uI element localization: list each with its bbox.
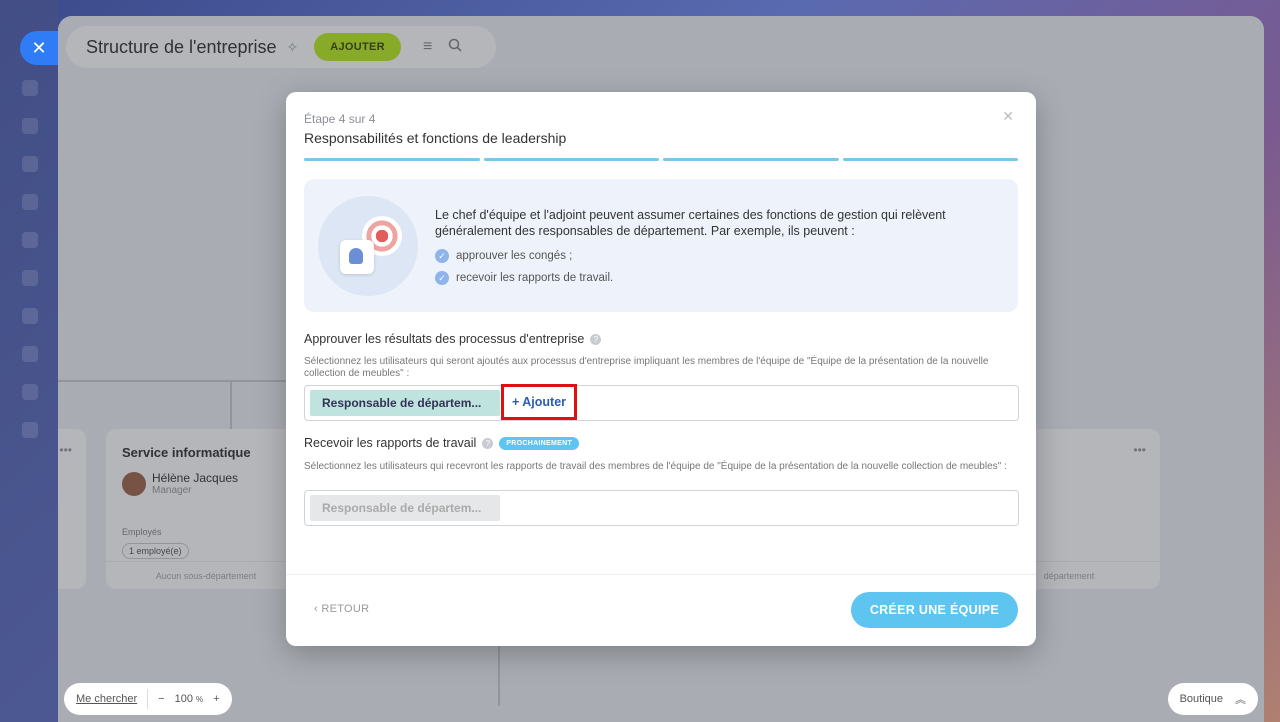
zoom-level: 100 %	[174, 693, 204, 705]
user-chip[interactable]: Responsable de départem...	[310, 390, 500, 416]
reports-section-title: Recevoir les rapports de travail ? PROCH…	[304, 436, 580, 450]
check-icon: ✓	[435, 249, 449, 263]
shop-label: Boutique	[1179, 693, 1223, 705]
modal-title: Responsabilités et fonctions de leadersh…	[304, 130, 567, 146]
back-button[interactable]: ‹ RETOUR	[314, 603, 369, 615]
sidebar-icon	[22, 270, 38, 286]
help-icon[interactable]: ?	[590, 333, 602, 345]
user-chip: Responsable de départem...	[310, 495, 500, 521]
add-user-button[interactable]: + Ajouter	[501, 384, 577, 420]
footer-divider	[286, 574, 1036, 575]
sidebar-icon	[22, 346, 38, 362]
user-badge-icon	[340, 240, 374, 274]
progress-step	[483, 158, 659, 161]
sidebar-icon	[22, 194, 38, 210]
close-icon[interactable]: ✕	[1002, 108, 1014, 125]
sidebar-icon	[22, 156, 38, 172]
approve-section-title: Approuver les résultats des processus d'…	[304, 332, 602, 346]
zoom-out-button[interactable]: −	[158, 693, 164, 705]
sidebar-icon	[22, 118, 38, 134]
info-list-item: ✓ approuver les congés ;	[435, 249, 572, 263]
info-text: Le chef d'équipe et l'adjoint peuvent as…	[435, 208, 946, 238]
left-sidebar	[0, 0, 58, 722]
reports-users-field: Responsable de départem...	[304, 490, 1019, 526]
sidebar-icon	[22, 232, 38, 248]
approve-users-field[interactable]: Responsable de départem... + Ajouter	[304, 384, 1019, 421]
check-icon: ✓	[435, 271, 449, 285]
step-indicator: Étape 4 sur 4	[304, 112, 376, 126]
zoom-in-button[interactable]: +	[213, 693, 219, 705]
zoom-controls: Me chercher − 100 % +	[64, 683, 232, 715]
reports-section-description: Sélectionnez les utilisateurs qui recevr…	[304, 461, 1007, 472]
close-icon: ✕	[31, 37, 47, 58]
chevron-up-double-icon[interactable]: ︽	[1235, 691, 1246, 707]
create-team-button[interactable]: CRÉER UNE ÉQUIPE	[850, 592, 1018, 628]
info-box: Le chef d'équipe et l'adjoint peuvent as…	[304, 179, 1018, 312]
progress-bar	[304, 158, 1018, 161]
coming-soon-badge: PROCHAINEMENT	[499, 436, 580, 450]
find-me-link[interactable]: Me chercher	[76, 693, 137, 705]
progress-step	[304, 158, 480, 161]
shop-control[interactable]: Boutique ︽	[1167, 683, 1258, 715]
sidebar-icon	[22, 384, 38, 400]
progress-step	[663, 158, 839, 161]
sidebar-icon	[22, 422, 38, 438]
progress-step	[842, 158, 1018, 161]
divider	[147, 689, 149, 709]
sidebar-icon	[22, 80, 38, 96]
sidebar-icon	[22, 308, 38, 324]
help-icon[interactable]: ?	[482, 437, 494, 449]
close-slider-button[interactable]: ✕	[20, 31, 58, 65]
info-list-item: ✓ recevoir les rapports de travail.	[435, 271, 613, 285]
create-team-modal: Étape 4 sur 4 Responsabilités et fonctio…	[286, 92, 1036, 646]
approve-section-description: Sélectionnez les utilisateurs qui seront…	[304, 356, 989, 379]
target-illustration	[318, 196, 418, 296]
